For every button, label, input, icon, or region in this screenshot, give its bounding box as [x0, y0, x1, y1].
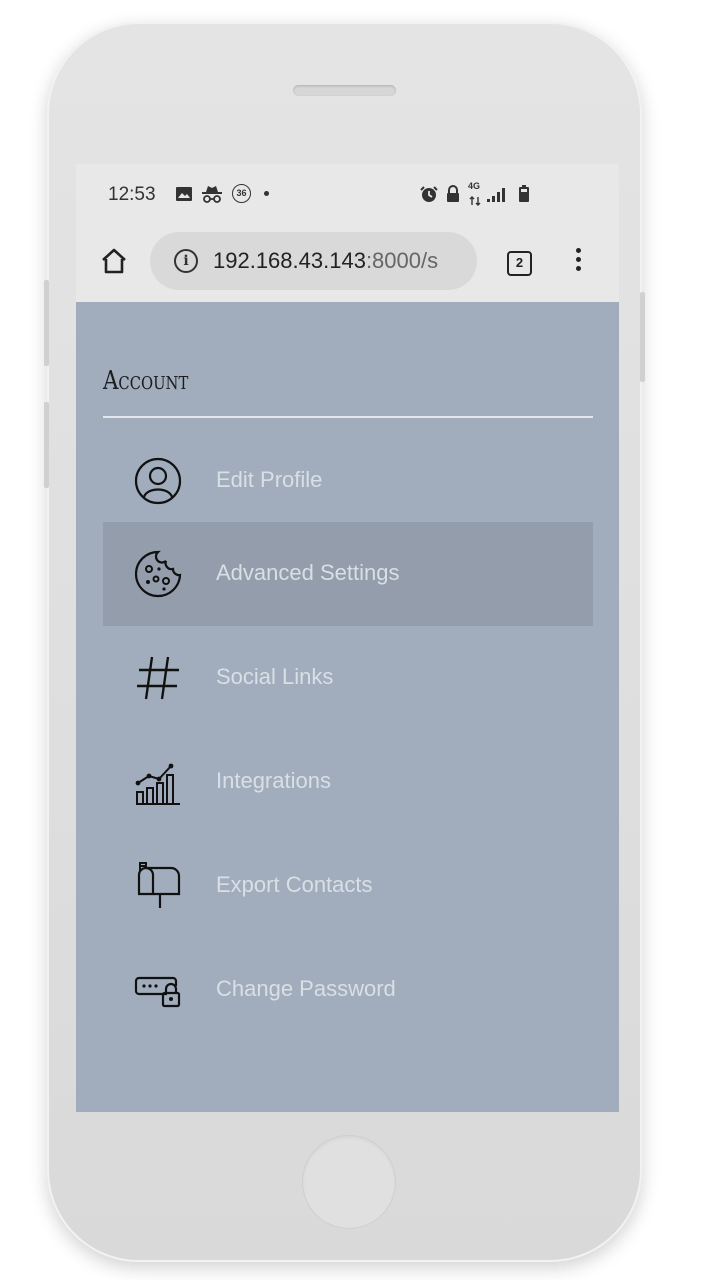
- menu-item-export-contacts[interactable]: Export Contacts: [103, 834, 593, 938]
- menu-item-edit-profile[interactable]: Edit Profile: [103, 429, 593, 533]
- menu-item-label: Export Contacts: [216, 872, 373, 897]
- password-lock-icon: [134, 976, 181, 1008]
- section-title: Account: [103, 366, 189, 396]
- menu-item-integrations[interactable]: Integrations: [103, 730, 593, 834]
- user-circle-icon: [134, 457, 182, 505]
- overflow-menu-icon[interactable]: [570, 248, 586, 278]
- 4g-arrows-icon: [469, 196, 481, 206]
- status-time: 12:53: [108, 184, 156, 205]
- hashtag-icon: [137, 656, 179, 700]
- alarm-icon: [420, 186, 438, 202]
- browser-toolbar: i 192.168.43.143:8000/s 2: [76, 222, 619, 302]
- signal-icon: [487, 188, 505, 202]
- menu-item-social-links[interactable]: Social Links: [103, 626, 593, 730]
- battery-icon: [519, 185, 529, 202]
- settings-content: Account Edit Profile Advanced Settings S…: [76, 302, 619, 1112]
- phone-side-button: [44, 402, 49, 488]
- chart-growth-icon: [135, 763, 180, 805]
- notification-badge: 36: [232, 184, 251, 203]
- menu-item-label: Integrations: [216, 768, 331, 793]
- info-icon[interactable]: i: [174, 249, 198, 273]
- phone-home-button[interactable]: [302, 1135, 396, 1229]
- phone-side-button: [44, 280, 49, 366]
- menu-item-label: Social Links: [216, 664, 334, 689]
- phone-side-button: [640, 292, 645, 382]
- phone-speaker: [293, 85, 396, 96]
- status-bar: 12:53 36 4G: [76, 164, 619, 222]
- url-bar[interactable]: i 192.168.43.143:8000/s: [150, 232, 477, 290]
- menu-item-label: Advanced Settings: [216, 560, 400, 585]
- menu-item-label: Change Password: [216, 976, 396, 1001]
- url-host: 192.168.43.143: [213, 248, 366, 273]
- lock-icon: [447, 185, 459, 202]
- home-icon[interactable]: [100, 248, 128, 274]
- url-text: 192.168.43.143:8000/s: [213, 248, 438, 274]
- mailbox-icon: [137, 862, 181, 908]
- menu-item-change-password[interactable]: Change Password: [103, 938, 593, 1042]
- dot-icon: [264, 191, 269, 196]
- url-path: :8000/s: [365, 248, 439, 273]
- incognito-icon: [202, 186, 222, 203]
- phone-screen: 12:53 36 4G i 192.168.43.143:8000/s 2 Ac…: [76, 164, 619, 1112]
- menu-item-label: Edit Profile: [216, 467, 323, 492]
- menu-item-advanced-settings[interactable]: Advanced Settings: [103, 522, 593, 626]
- section-divider: [103, 416, 593, 418]
- image-icon: [176, 187, 192, 201]
- tab-switcher-button[interactable]: 2: [507, 251, 532, 276]
- cookie-icon: [134, 550, 182, 598]
